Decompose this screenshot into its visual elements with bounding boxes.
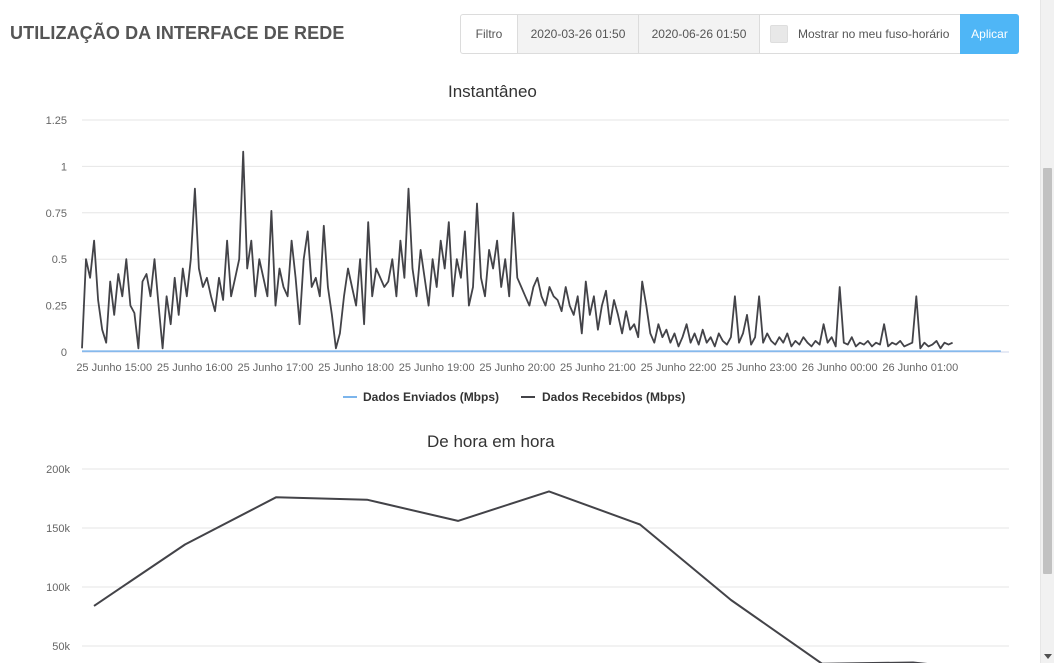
x-tick-label: 26 Junho 00:00 bbox=[802, 362, 878, 374]
series-line-received bbox=[81, 150, 953, 350]
x-tick-label: 25 Junho 22:00 bbox=[641, 362, 717, 374]
x-tick-label: 25 Junho 15:00 bbox=[76, 362, 152, 374]
scrollbar-thumb[interactable] bbox=[1043, 168, 1052, 574]
timezone-checkbox[interactable] bbox=[770, 25, 788, 43]
start-date-input[interactable]: 2020-03-26 01:50 bbox=[518, 15, 639, 53]
instant-chart-title: Instantâneo bbox=[448, 82, 537, 101]
y-tick-label: 50k bbox=[52, 641, 70, 653]
x-tick-label: 25 Junho 20:00 bbox=[479, 362, 555, 374]
page-title: UTILIZAÇÃO DA INTERFACE DE REDE bbox=[10, 23, 345, 43]
apply-button[interactable]: Aplicar bbox=[960, 14, 1019, 54]
y-tick-label: 0.25 bbox=[46, 301, 67, 313]
app-window: UTILIZAÇÃO DA INTERFACE DE REDE Filtro 2… bbox=[0, 0, 1054, 663]
legend-item-label: Dados Recebidos (Mbps) bbox=[542, 390, 685, 404]
filter-bar: Filtro 2020-03-26 01:50 2020-06-26 01:50… bbox=[460, 14, 1019, 54]
end-date-input[interactable]: 2020-06-26 01:50 bbox=[639, 15, 760, 53]
hourly-chart-grid bbox=[82, 468, 1009, 647]
x-tick-label: 26 Junho 01:00 bbox=[882, 362, 958, 374]
timezone-toggle[interactable]: Mostrar no meu fuso-horário bbox=[760, 15, 960, 53]
instant-chart-x-axis: 25 Junho 15:00 25 Junho 16:00 25 Junho 17:… bbox=[76, 362, 958, 374]
timezone-label: Mostrar no meu fuso-horário bbox=[798, 27, 950, 41]
instant-chart-legend: Dados Enviados (Mbps) Dados Recebidos (Mb… bbox=[343, 390, 685, 404]
instant-chart-grid bbox=[82, 119, 1009, 353]
y-tick-label: 0.5 bbox=[52, 254, 67, 266]
legend-item-label: Dados Enviados (Mbps) bbox=[363, 390, 499, 404]
x-tick-label: 25 Junho 23:00 bbox=[721, 362, 797, 374]
y-tick-label: 100k bbox=[46, 582, 70, 594]
y-tick-label: 150k bbox=[46, 523, 70, 535]
y-tick-label: 200k bbox=[46, 464, 70, 476]
y-tick-label: 1 bbox=[61, 161, 67, 173]
x-tick-label: 25 Junho 21:00 bbox=[560, 362, 636, 374]
y-tick-label: 0 bbox=[61, 347, 67, 359]
instant-chart-y-axis: 0 0.25 0.5 0.75 1 1.25 bbox=[46, 115, 67, 359]
hourly-chart-y-axis: 50k 100k 150k 200k bbox=[46, 464, 70, 653]
hourly-chart-title: De hora em hora bbox=[427, 432, 555, 451]
x-tick-label: 25 Junho 18:00 bbox=[318, 362, 394, 374]
y-tick-label: 1.25 bbox=[46, 115, 67, 127]
vertical-scrollbar[interactable] bbox=[1040, 0, 1054, 663]
x-tick-label: 25 Junho 16:00 bbox=[157, 362, 233, 374]
scroll-down-arrow-icon[interactable] bbox=[1044, 654, 1052, 659]
hourly-chart: 50k 100k 150k 200k bbox=[46, 464, 1009, 663]
x-tick-label: 25 Junho 17:00 bbox=[238, 362, 314, 374]
filter-label: Filtro bbox=[461, 15, 518, 53]
x-tick-label: 25 Junho 19:00 bbox=[399, 362, 475, 374]
series-line-hourly bbox=[93, 490, 928, 663]
instant-chart-series bbox=[81, 150, 1001, 352]
y-tick-label: 0.75 bbox=[46, 208, 67, 220]
hourly-chart-series bbox=[93, 490, 928, 663]
